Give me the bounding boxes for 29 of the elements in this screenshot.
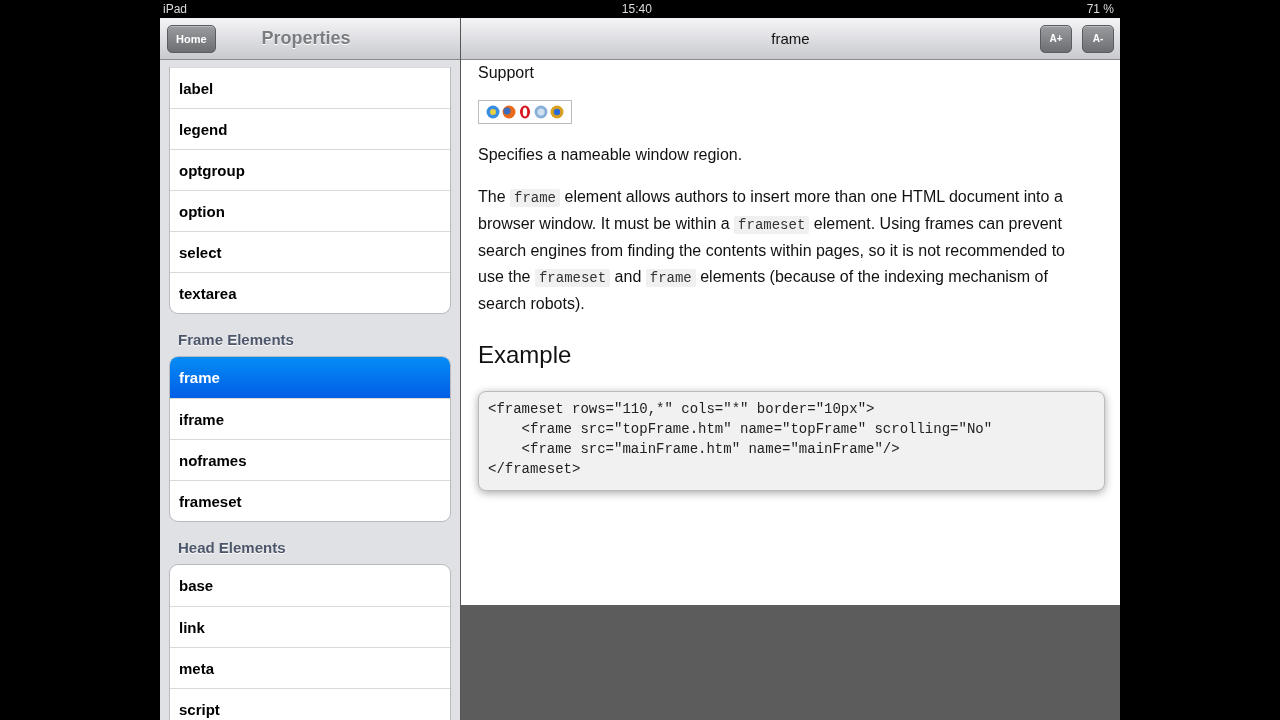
- sidebar-title: Properties: [261, 28, 351, 49]
- font-size-button[interactable]: A+: [1040, 24, 1072, 53]
- battery-level: 71 %: [1086, 2, 1114, 16]
- font-size-button[interactable]: A-: [1082, 24, 1114, 53]
- list-item[interactable]: optgroup: [170, 149, 450, 190]
- list-item[interactable]: link: [170, 606, 450, 647]
- list-item[interactable]: meta: [170, 647, 450, 688]
- section-header: Head Elements: [177, 538, 287, 558]
- list-item[interactable]: iframe: [170, 398, 450, 439]
- summary-text: Specifies a nameable window region.: [478, 145, 744, 165]
- list-item[interactable]: option: [170, 190, 450, 231]
- list-item[interactable]: legend: [170, 108, 450, 149]
- support-heading: Support: [478, 63, 536, 83]
- list-item[interactable]: script: [170, 688, 450, 720]
- home-button[interactable]: Home: [167, 24, 216, 53]
- section-header: Frame Elements: [177, 330, 295, 350]
- device-name: iPad: [163, 2, 188, 16]
- list-item[interactable]: base: [170, 565, 450, 606]
- list-item[interactable]: label: [170, 67, 450, 108]
- clock-time: 15:40: [621, 2, 652, 16]
- list-item[interactable]: select: [170, 231, 450, 272]
- list-item[interactable]: noframes: [170, 439, 450, 480]
- example-heading: Example: [478, 341, 573, 369]
- list-item[interactable]: frameset: [170, 480, 450, 521]
- code-block: <frameset rows="110,*" cols="*" border="10px"> <frame src="topFrame.htm" name="topFrame" scrolling="No" <frame src="mainFrame.htm" name="mainFrame"/> </frameset>: [478, 391, 1105, 491]
- list-item[interactable]: frame: [170, 357, 450, 398]
- page-title: frame: [771, 30, 810, 47]
- description-paragraph: The frame element allows authors to insert more than one HTML document into a browser window. It must be within a frameset element. Using frames can prevent search engines from finding the contents within pages, so it is not recommended to use the frameset and frame elements (because of the indexing mechanism of search robots).: [478, 187, 1066, 314]
- list-item[interactable]: textarea: [170, 272, 450, 313]
